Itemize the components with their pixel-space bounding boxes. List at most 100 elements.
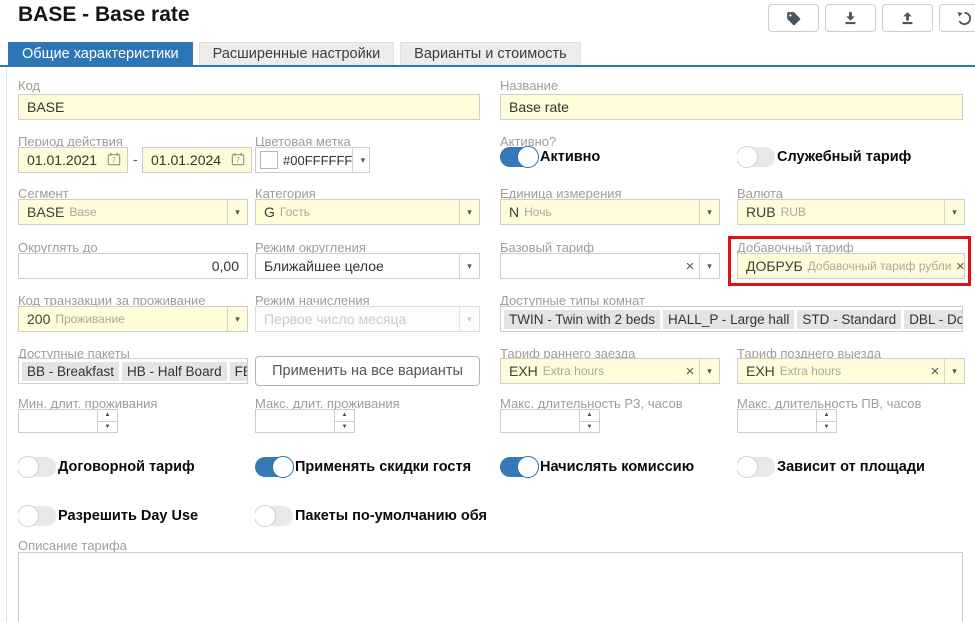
chevron-down-icon[interactable]: ▾ [352, 148, 370, 172]
step-down-icon[interactable]: ▼ [98, 422, 117, 433]
tab-advanced[interactable]: Расширенные настройки [199, 42, 395, 65]
tab-variants[interactable]: Варианты и стоимость [400, 42, 581, 65]
period-to-input[interactable]: 01.01.2024 7 [142, 147, 252, 173]
active-toggle[interactable] [500, 147, 538, 167]
commission-toggle-row: Начислять комиссию [500, 456, 725, 478]
period-separator: - [133, 151, 138, 167]
download-button[interactable] [825, 4, 876, 32]
area-dependent-toggle-row: Зависит от площади [737, 456, 965, 478]
chevron-down-icon[interactable]: ▾ [227, 307, 247, 331]
contract-tariff-toggle[interactable] [18, 457, 56, 477]
step-down-icon[interactable]: ▼ [335, 422, 354, 433]
day-use-toggle-row: Разрешить Day Use [18, 505, 248, 527]
upload-button[interactable] [882, 4, 933, 32]
chevron-down-icon[interactable]: ▾ [227, 200, 247, 224]
segment-desc: Base [69, 205, 96, 219]
accrual-mode-select: Первое число месяца ▾ [255, 306, 480, 332]
unit-code: N [509, 204, 519, 220]
period-from-value: 01.01.2021 [27, 152, 107, 168]
max-late-hours-stepper[interactable]: ▲▼ [737, 409, 837, 433]
add-tariff-select[interactable]: ДОБРУБ Добавочный тариф рубли × ▾ [737, 253, 965, 279]
step-up-icon[interactable]: ▲ [817, 410, 836, 422]
category-select[interactable]: G Гость ▾ [255, 199, 480, 225]
toggle-knob [517, 146, 539, 168]
toggle-knob [737, 146, 758, 168]
add-tariff-desc: Добавочный тариф рубли [808, 259, 952, 273]
max-stay-stepper[interactable]: ▲▼ [255, 409, 355, 433]
service-tariff-toggle-row: Служебный тариф [737, 146, 965, 168]
unit-select[interactable]: N Ночь ▾ [500, 199, 720, 225]
chevron-down-icon[interactable]: ▾ [459, 200, 479, 224]
tab-general[interactable]: Общие характеристики [8, 42, 193, 65]
description-textarea[interactable] [18, 552, 963, 622]
chevron-down-icon[interactable]: ▾ [699, 359, 719, 383]
chevron-down-icon: ▾ [459, 307, 479, 331]
guest-discounts-toggle-label: Применять скидки гостя [295, 459, 471, 475]
area-dependent-toggle-label: Зависит от площади [777, 459, 925, 475]
commission-toggle[interactable] [500, 457, 538, 477]
max-early-hours-stepper[interactable]: ▲▼ [500, 409, 600, 433]
day-use-toggle-label: Разрешить Day Use [58, 508, 198, 524]
chevron-down-icon[interactable]: ▾ [944, 200, 964, 224]
transaction-code-select[interactable]: 200 Проживание ▾ [18, 306, 248, 332]
chevron-down-icon[interactable]: ▾ [459, 254, 479, 278]
early-checkin-select[interactable]: EXH Extra hours × ▾ [500, 358, 720, 384]
calendar-icon[interactable]: 7 [231, 152, 251, 169]
step-up-icon[interactable]: ▲ [98, 410, 117, 422]
step-up-icon[interactable]: ▲ [335, 410, 354, 422]
service-tariff-toggle[interactable] [737, 147, 775, 167]
apply-all-variants-button[interactable]: Применить на все варианты [255, 356, 480, 386]
code-input[interactable] [18, 94, 480, 120]
guest-discounts-toggle[interactable] [255, 457, 293, 477]
step-down-icon[interactable]: ▼ [580, 422, 599, 433]
unit-desc: Ночь [524, 205, 552, 219]
clear-icon[interactable]: × [681, 363, 699, 380]
color-mark-select[interactable]: #00FFFFFF ▾ [255, 147, 370, 173]
step-up-icon[interactable]: ▲ [580, 410, 599, 422]
round-to-input[interactable] [18, 253, 248, 279]
tags-button[interactable] [768, 4, 819, 32]
currency-select[interactable]: RUB RUB ▾ [737, 199, 965, 225]
clear-icon[interactable]: × [951, 258, 965, 275]
clear-icon[interactable]: × [926, 363, 944, 380]
packages-input[interactable]: BB - BreakfastHB - Half BoardFB - [18, 358, 248, 384]
base-tariff-select[interactable]: × ▾ [500, 253, 720, 279]
step-down-icon[interactable]: ▼ [817, 422, 836, 433]
toggle-knob [18, 456, 39, 478]
tag-icon [785, 10, 802, 27]
late-checkout-select[interactable]: EXH Extra hours × ▾ [737, 358, 965, 384]
name-input[interactable] [500, 94, 963, 120]
history-button[interactable] [939, 4, 975, 32]
default-packages-toggle-row: Пакеты по-умолчанию обязате [255, 505, 487, 527]
min-stay-input[interactable] [19, 410, 97, 432]
toggle-knob [517, 456, 539, 478]
chevron-down-icon[interactable]: ▾ [699, 254, 719, 278]
tag-chip: STD - Standard [797, 310, 901, 329]
category-desc: Гость [280, 205, 310, 219]
period-from-input[interactable]: 01.01.2021 7 [18, 147, 128, 173]
clear-icon[interactable]: × [681, 258, 699, 275]
segment-select[interactable]: BASE Base ▾ [18, 199, 248, 225]
chevron-down-icon[interactable]: ▾ [699, 200, 719, 224]
max-early-hours-input[interactable] [501, 410, 579, 432]
max-stay-input[interactable] [256, 410, 334, 432]
min-stay-stepper[interactable]: ▲▼ [18, 409, 118, 433]
area-dependent-toggle[interactable] [737, 457, 775, 477]
history-icon [956, 10, 973, 27]
tariff-edit-page: BASE - Base rate Общие характеристики Ра… [0, 0, 975, 622]
late-checkout-code: EXH [746, 363, 775, 379]
tag-chip: BB - Breakfast [22, 362, 119, 381]
calendar-icon[interactable]: 7 [107, 152, 127, 169]
guest-discounts-toggle-row: Применять скидки гостя [255, 456, 490, 478]
content-left-border [6, 67, 7, 622]
transaction-code-code: 200 [27, 311, 50, 327]
default-packages-toggle[interactable] [255, 506, 293, 526]
accrual-mode-placeholder: Первое число месяца [264, 311, 406, 327]
round-mode-select[interactable]: Ближайшее целое ▾ [255, 253, 480, 279]
max-late-hours-input[interactable] [738, 410, 816, 432]
early-checkin-code: EXH [509, 363, 538, 379]
day-use-toggle[interactable] [18, 506, 56, 526]
room-types-input[interactable]: TWIN - Twin with 2 bedsHALL_P - Large ha… [500, 306, 963, 332]
chevron-down-icon[interactable]: ▾ [944, 359, 964, 383]
tab-bar: Общие характеристики Расширенные настрой… [8, 42, 581, 65]
